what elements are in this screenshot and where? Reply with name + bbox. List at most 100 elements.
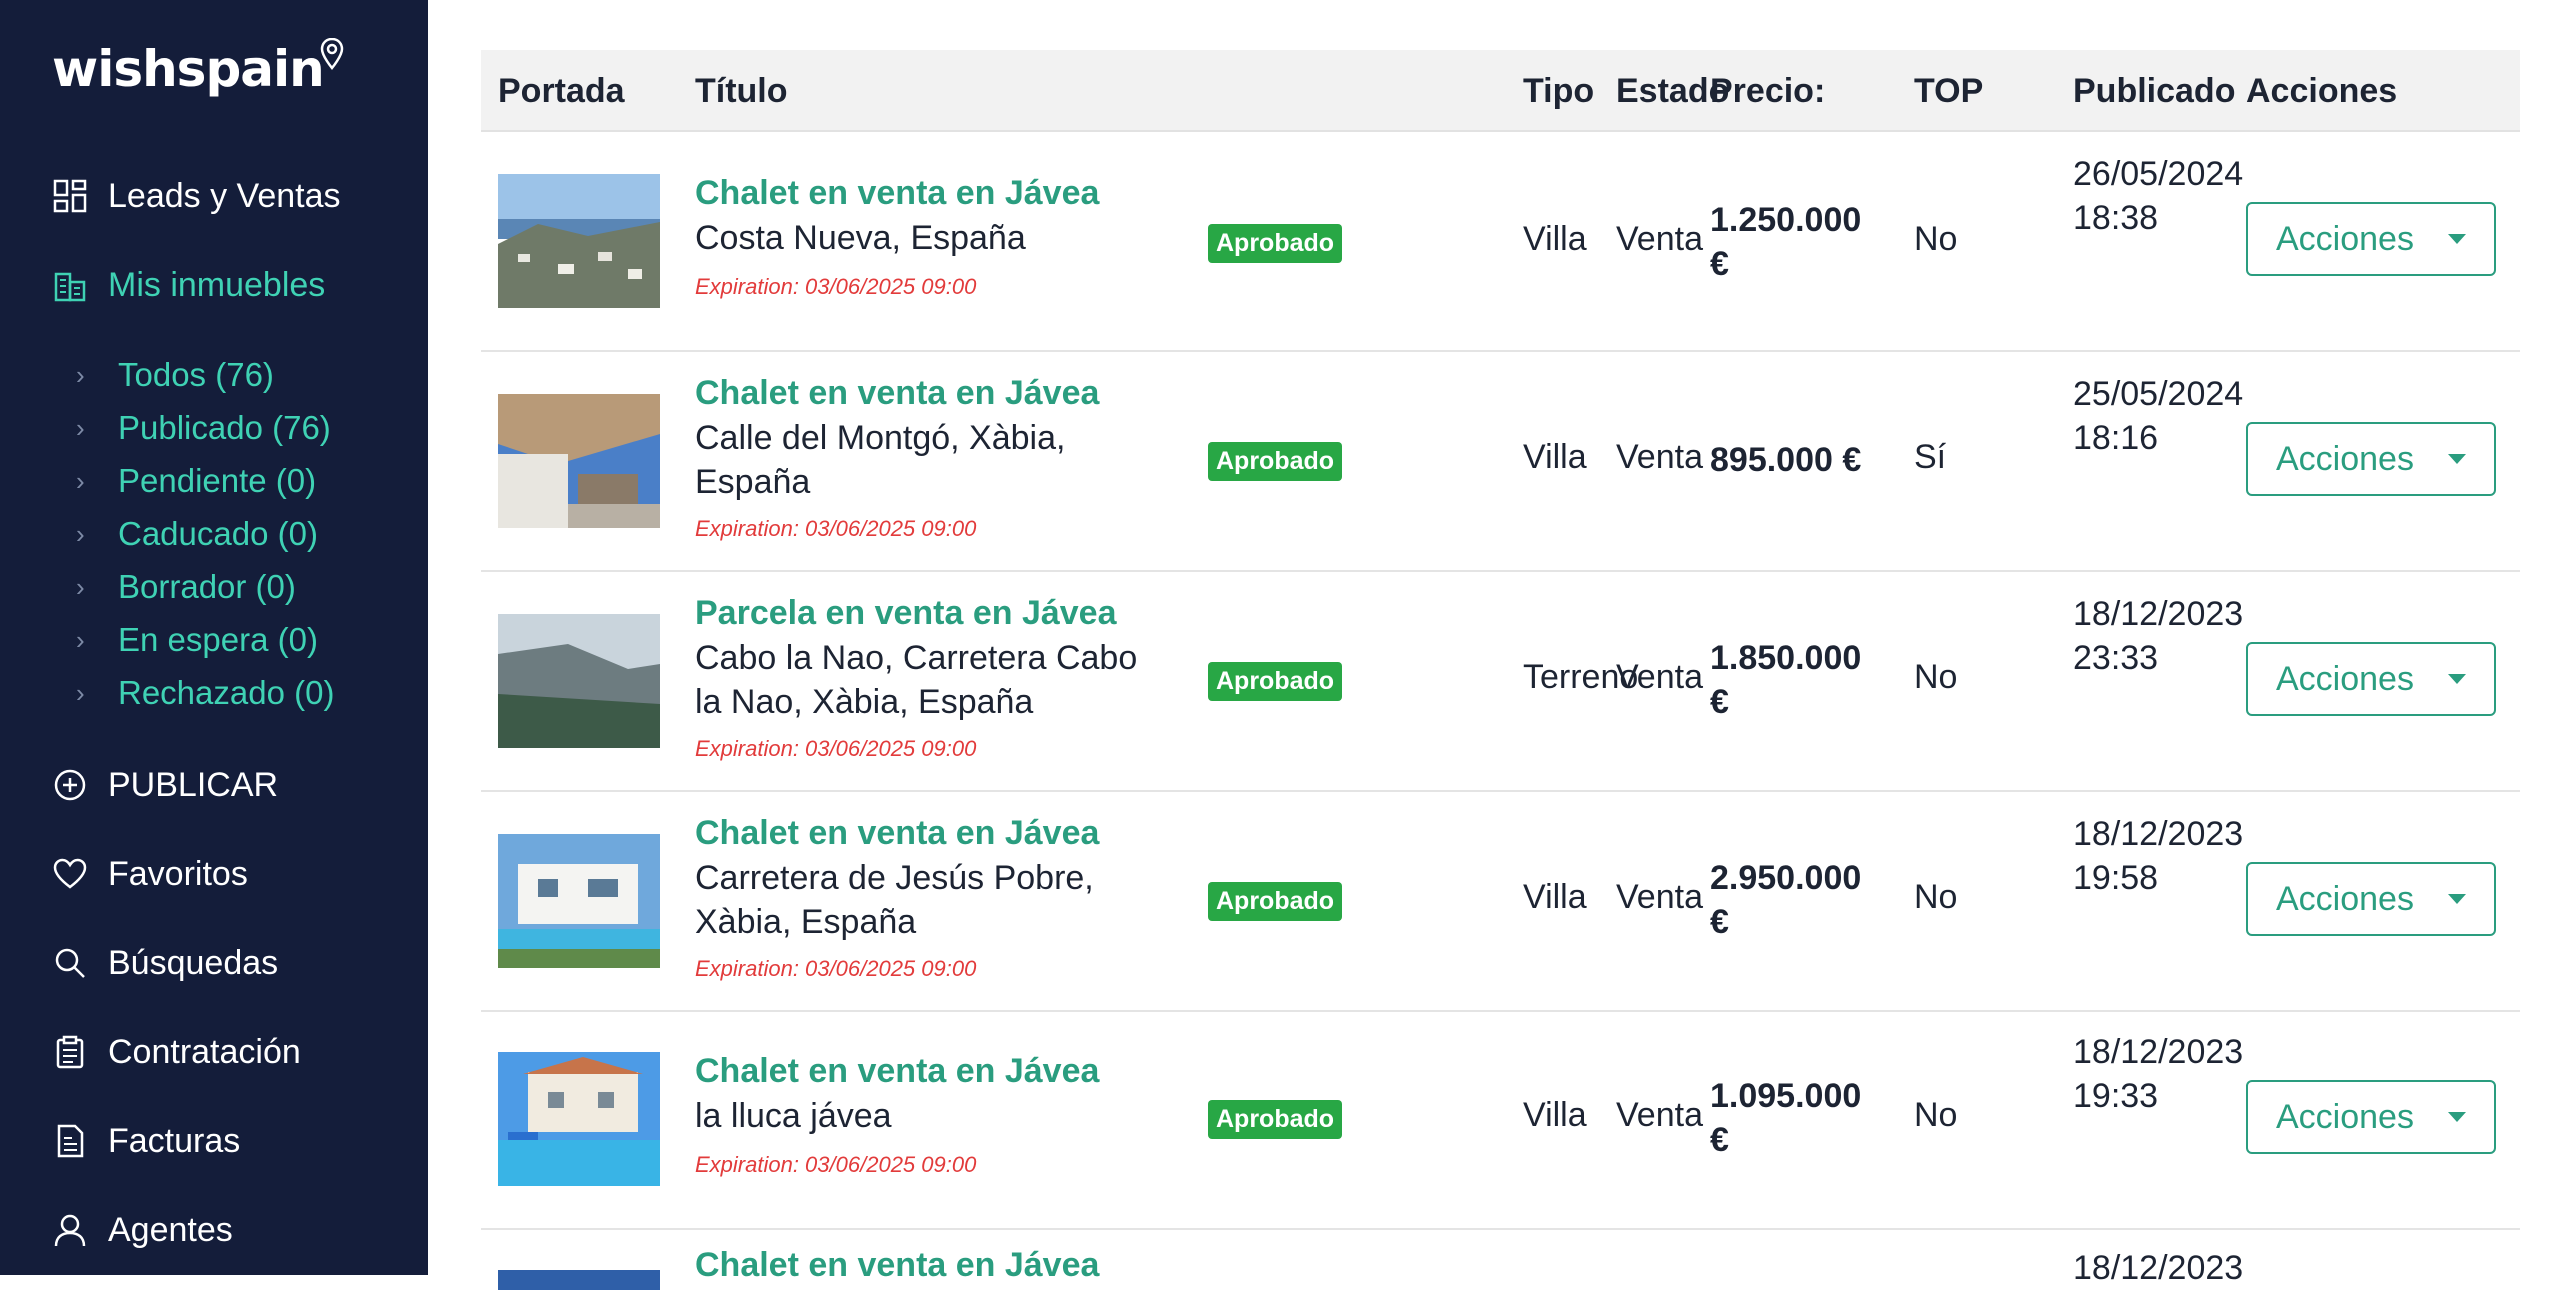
- property-expiration: Expiration: 03/06/2025 09:00: [695, 736, 977, 761]
- properties-table: Portada Título Tipo Estado Precio: TOP P…: [481, 50, 2520, 1290]
- plus-circle-icon: [52, 767, 88, 803]
- property-address: Calle del Montgó, Xàbia, España: [695, 419, 1066, 501]
- column-header-cover: Portada: [498, 72, 625, 110]
- property-price: 1.095.000 €: [1710, 1077, 1862, 1159]
- actions-dropdown-button[interactable]: Acciones: [2246, 642, 2496, 716]
- logo-text: wishspain: [52, 40, 325, 98]
- dashboard-icon: [52, 178, 88, 214]
- actions-label: Acciones: [2276, 1097, 2414, 1136]
- property-type: Villa: [1523, 438, 1587, 476]
- sidebar-subitem-rechazado[interactable]: › Rechazado (0): [76, 671, 334, 715]
- column-header-title: Título: [695, 72, 788, 110]
- property-thumbnail[interactable]: [498, 394, 660, 528]
- sidebar-subitem-pendiente[interactable]: › Pendiente (0): [76, 459, 316, 503]
- property-status: Venta: [1616, 438, 1703, 476]
- table-row: Chalet en venta en Jávea 18/12/2023: [481, 1230, 2520, 1290]
- property-address: Carretera de Jesús Pobre, Xàbia, España: [695, 859, 1094, 941]
- caret-down-icon: [2448, 894, 2466, 904]
- sidebar-subitem-en-espera[interactable]: › En espera (0): [76, 618, 318, 662]
- property-price: 1.250.000 €: [1710, 201, 1862, 283]
- caret-down-icon: [2448, 454, 2466, 464]
- actions-label: Acciones: [2276, 659, 2414, 698]
- column-header-price: Precio:: [1710, 72, 1826, 110]
- property-title-link[interactable]: Chalet en venta en Jávea: [695, 1052, 1099, 1091]
- sidebar: wishspain Leads y Ventas Mis inmuebles ›…: [0, 0, 428, 1275]
- property-top: No: [1914, 658, 1958, 696]
- property-status: Venta: [1616, 878, 1703, 916]
- property-status: Venta: [1616, 220, 1703, 258]
- property-thumbnail[interactable]: [498, 1270, 660, 1290]
- property-published: 18/12/2023 19:58: [2073, 815, 2244, 897]
- sidebar-subitem-label: Rechazado (0): [118, 674, 335, 711]
- property-type: Villa: [1523, 220, 1587, 258]
- status-badge: Aprobado: [1208, 1100, 1343, 1139]
- sidebar-subitem-label: Caducado (0): [118, 515, 318, 552]
- actions-label: Acciones: [2276, 879, 2414, 918]
- invoice-icon: [52, 1123, 88, 1159]
- sidebar-item-label: Facturas: [108, 1121, 241, 1160]
- column-header-published: Publicado: [2073, 72, 2236, 110]
- sidebar-item-publicar[interactable]: PUBLICAR: [52, 763, 278, 807]
- property-published: 18/12/2023 19:33: [2073, 1033, 2244, 1115]
- property-top: No: [1914, 1096, 1958, 1134]
- chevron-right-icon: ›: [76, 359, 85, 390]
- property-status: Venta: [1616, 658, 1703, 696]
- sidebar-item-label: Agentes: [108, 1210, 233, 1249]
- sidebar-item-label: Leads y Ventas: [108, 176, 341, 215]
- sidebar-subitem-borrador[interactable]: › Borrador (0): [76, 565, 296, 609]
- property-top: No: [1914, 878, 1958, 916]
- status-badge: Aprobado: [1208, 224, 1343, 263]
- property-title-link[interactable]: Chalet en venta en Jávea: [695, 1246, 1099, 1285]
- sidebar-subitem-publicado[interactable]: › Publicado (76): [76, 406, 331, 450]
- actions-dropdown-button[interactable]: Acciones: [2246, 202, 2496, 276]
- actions-dropdown-button[interactable]: Acciones: [2246, 1080, 2496, 1154]
- heart-icon: [52, 856, 88, 892]
- search-icon: [52, 945, 88, 981]
- user-icon: [52, 1212, 88, 1248]
- status-badge: Aprobado: [1208, 442, 1343, 481]
- chevron-right-icon: ›: [76, 412, 85, 443]
- chevron-right-icon: ›: [76, 677, 85, 708]
- property-thumbnail[interactable]: [498, 834, 660, 968]
- property-address: la lluca jávea: [695, 1097, 892, 1135]
- logo[interactable]: wishspain: [52, 38, 343, 98]
- sidebar-item-busquedas[interactable]: Búsquedas: [52, 941, 278, 985]
- sidebar-item-facturas[interactable]: Facturas: [52, 1119, 240, 1163]
- sidebar-item-agentes[interactable]: Agentes: [52, 1208, 233, 1252]
- sidebar-item-leads[interactable]: Leads y Ventas: [52, 174, 341, 218]
- actions-dropdown-button[interactable]: Acciones: [2246, 422, 2496, 496]
- column-header-type: Tipo: [1523, 72, 1595, 110]
- property-published: 25/05/2024 18:16: [2073, 375, 2244, 457]
- table-row: Chalet en venta en Jávea Costa Nueva, Es…: [481, 132, 2520, 352]
- column-header-actions: Acciones: [2246, 72, 2398, 110]
- building-icon: [52, 267, 88, 303]
- property-address: Costa Nueva, España: [695, 219, 1026, 257]
- property-thumbnail[interactable]: [498, 614, 660, 748]
- sidebar-item-contratacion[interactable]: Contratación: [52, 1030, 301, 1074]
- property-published: 18/12/2023 23:33: [2073, 595, 2244, 677]
- actions-dropdown-button[interactable]: Acciones: [2246, 862, 2496, 936]
- property-thumbnail[interactable]: [498, 1052, 660, 1186]
- sidebar-item-label: Búsquedas: [108, 943, 279, 982]
- property-top: Sí: [1914, 438, 1947, 476]
- property-title-link[interactable]: Chalet en venta en Jávea: [695, 174, 1099, 213]
- property-title-link[interactable]: Chalet en venta en Jávea: [695, 374, 1099, 413]
- sidebar-item-favoritos[interactable]: Favoritos: [52, 852, 248, 896]
- sidebar-subitem-label: En espera (0): [118, 621, 318, 658]
- property-title-link[interactable]: Parcela en venta en Jávea: [695, 594, 1117, 633]
- property-title-link[interactable]: Chalet en venta en Jávea: [695, 814, 1099, 853]
- sidebar-subitem-label: Todos (76): [118, 356, 274, 393]
- sidebar-subitem-label: Publicado (76): [118, 409, 331, 446]
- main-content: Portada Título Tipo Estado Precio: TOP P…: [428, 0, 2560, 1290]
- sidebar-item-label: Mis inmuebles: [108, 265, 326, 304]
- chevron-right-icon: ›: [76, 571, 85, 602]
- sidebar-item-mis-inmuebles[interactable]: Mis inmuebles: [52, 263, 325, 307]
- table-row: Chalet en venta en Jávea Carretera de Je…: [481, 792, 2520, 1012]
- sidebar-subitem-todos[interactable]: › Todos (76): [76, 353, 274, 397]
- property-top: No: [1914, 220, 1958, 258]
- property-expiration: Expiration: 03/06/2025 09:00: [695, 956, 977, 981]
- actions-label: Acciones: [2276, 219, 2414, 258]
- caret-down-icon: [2448, 234, 2466, 244]
- property-thumbnail[interactable]: [498, 174, 660, 308]
- sidebar-subitem-caducado[interactable]: › Caducado (0): [76, 512, 318, 556]
